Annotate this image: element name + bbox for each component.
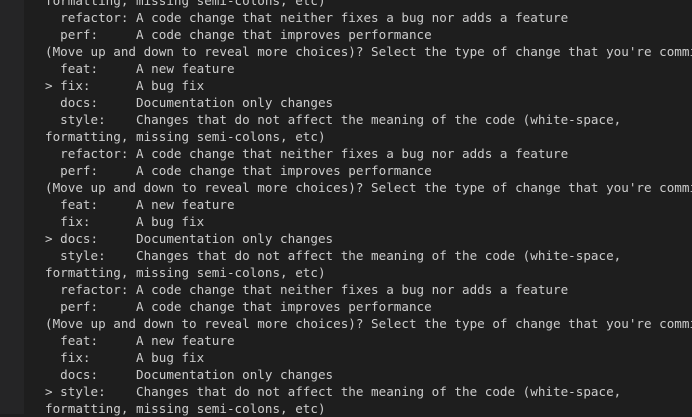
terminal-line: formatting, missing semi-colons, etc) bbox=[45, 0, 326, 8]
choice-line: feat: A new feature bbox=[45, 333, 235, 348]
terminal-line: formatting, missing semi-colons, etc) bbox=[45, 265, 326, 280]
terminal-line: formatting, missing semi-colons, etc) bbox=[45, 401, 326, 416]
choice-line-selected: > style: Changes that do not affect the … bbox=[45, 384, 622, 399]
terminal-prompt-line: (Move up and down to reveal more choices… bbox=[45, 316, 692, 331]
choice-line: fix: A bug fix bbox=[45, 350, 205, 365]
choice-line: perf: A code change that improves perfor… bbox=[45, 163, 432, 178]
editor-gutter bbox=[0, 0, 24, 414]
choice-line-selected: > fix: A bug fix bbox=[45, 78, 205, 93]
choice-line: feat: A new feature bbox=[45, 61, 235, 76]
choice-line: docs: Documentation only changes bbox=[45, 367, 334, 382]
terminal-prompt-line: (Move up and down to reveal more choices… bbox=[45, 44, 692, 59]
choice-line: refactor: A code change that neither fix… bbox=[45, 282, 569, 297]
choice-line: style: Changes that do not affect the me… bbox=[45, 248, 622, 263]
terminal-prompt-line: (Move up and down to reveal more choices… bbox=[45, 180, 692, 195]
choice-line: refactor: A code change that neither fix… bbox=[45, 146, 569, 161]
choice-line: fix: A bug fix bbox=[45, 214, 205, 229]
terminal-output[interactable]: formatting, missing semi-colons, etc) re… bbox=[45, 0, 692, 417]
choice-line-selected: > docs: Documentation only changes bbox=[45, 231, 334, 246]
choice-line: style: Changes that do not affect the me… bbox=[45, 112, 622, 127]
terminal-line: formatting, missing semi-colons, etc) bbox=[45, 129, 326, 144]
choice-line: perf: A code change that improves perfor… bbox=[45, 299, 432, 314]
terminal-line: perf: A code change that improves perfor… bbox=[45, 27, 432, 42]
terminal-line: refactor: A code change that neither fix… bbox=[45, 10, 569, 25]
choice-line: docs: Documentation only changes bbox=[45, 95, 334, 110]
choice-line: feat: A new feature bbox=[45, 197, 235, 212]
